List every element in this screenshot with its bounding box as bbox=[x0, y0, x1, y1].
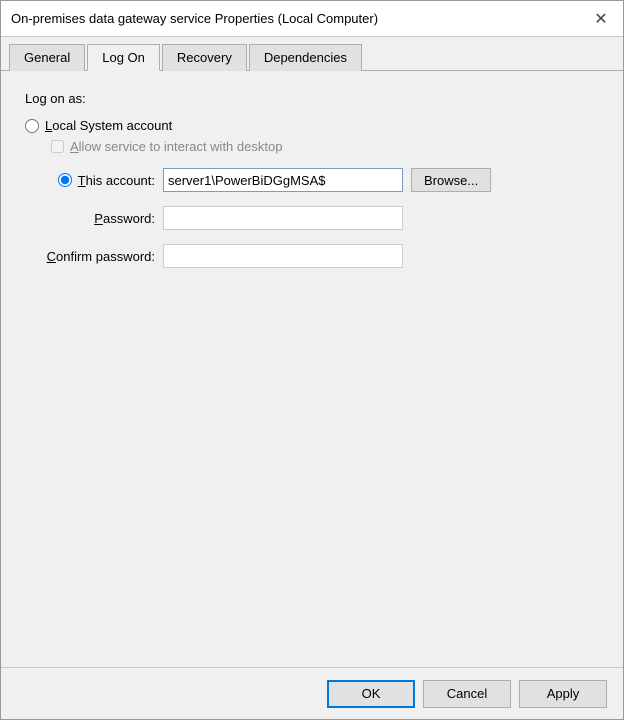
tab-dependencies[interactable]: Dependencies bbox=[249, 44, 362, 71]
title-bar: On-premises data gateway service Propert… bbox=[1, 1, 623, 37]
tab-recovery[interactable]: Recovery bbox=[162, 44, 247, 71]
tab-general[interactable]: General bbox=[9, 44, 85, 71]
content-panel: Log on as: Local System account Allow se… bbox=[1, 71, 623, 667]
local-system-row: Local System account bbox=[25, 118, 599, 133]
close-icon: ✕ bbox=[594, 9, 607, 29]
radio-group: Local System account Allow service to in… bbox=[25, 118, 599, 168]
ok-button[interactable]: OK bbox=[327, 680, 415, 708]
close-button[interactable]: ✕ bbox=[589, 7, 613, 31]
apply-button[interactable]: Apply bbox=[519, 680, 607, 708]
allow-desktop-label: Allow service to interact with desktop bbox=[70, 139, 282, 154]
logon-as-label: Log on as: bbox=[25, 91, 599, 106]
local-system-label[interactable]: Local System account bbox=[45, 118, 172, 133]
tab-bar: General Log On Recovery Dependencies bbox=[1, 37, 623, 71]
local-system-radio[interactable] bbox=[25, 119, 39, 133]
password-label: Password: bbox=[25, 211, 155, 226]
allow-desktop-row: Allow service to interact with desktop bbox=[51, 139, 599, 154]
this-account-radio[interactable] bbox=[58, 173, 72, 187]
password-row: Password: bbox=[25, 206, 599, 230]
window-title: On-premises data gateway service Propert… bbox=[11, 11, 378, 26]
confirm-password-label: Confirm password: bbox=[25, 249, 155, 264]
tab-logon[interactable]: Log On bbox=[87, 44, 160, 71]
confirm-password-row: Confirm password: bbox=[25, 244, 599, 268]
account-input[interactable] bbox=[163, 168, 403, 192]
browse-button[interactable]: Browse... bbox=[411, 168, 491, 192]
this-account-label-inline[interactable]: This account: bbox=[78, 173, 155, 188]
confirm-password-input[interactable] bbox=[163, 244, 403, 268]
spacer bbox=[25, 282, 599, 647]
properties-window: On-premises data gateway service Propert… bbox=[0, 0, 624, 720]
footer: OK Cancel Apply bbox=[1, 667, 623, 719]
password-input[interactable] bbox=[163, 206, 403, 230]
this-account-radio-wrapper: This account: bbox=[25, 173, 155, 188]
allow-desktop-checkbox[interactable] bbox=[51, 140, 64, 153]
cancel-button[interactable]: Cancel bbox=[423, 680, 511, 708]
this-account-row: This account: Browse... bbox=[25, 168, 599, 192]
